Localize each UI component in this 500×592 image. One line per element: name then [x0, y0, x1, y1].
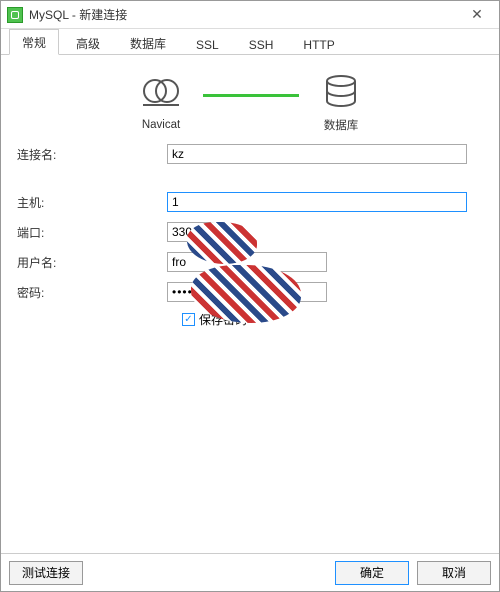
- ok-button[interactable]: 确定: [335, 561, 409, 585]
- label-port: 端口:: [17, 224, 167, 241]
- navicat-icon: Navicat: [139, 75, 183, 131]
- connection-diagram: Navicat 数据库: [17, 73, 485, 133]
- navicat-label: Navicat: [142, 119, 180, 131]
- label-password: 密码:: [17, 284, 167, 301]
- title-bar: MySQL - 新建连接 ✕: [1, 1, 499, 29]
- footer: 测试连接 确定 取消: [1, 553, 499, 591]
- label-save-password: 保存密码: [199, 311, 247, 328]
- app-icon: [7, 7, 23, 23]
- tab-ssh[interactable]: SSH: [236, 33, 287, 55]
- input-password[interactable]: [167, 282, 327, 302]
- content-area: Navicat 数据库 连接名: 主机: 端口: 用户名: 密码: ✓ 保存: [1, 55, 499, 553]
- test-connection-button[interactable]: 测试连接: [9, 561, 83, 585]
- tab-database[interactable]: 数据库: [117, 30, 179, 55]
- input-port[interactable]: [167, 222, 215, 242]
- tab-advanced[interactable]: 高级: [63, 30, 113, 55]
- cancel-button[interactable]: 取消: [417, 561, 491, 585]
- tab-bar: 常规 高级 数据库 SSL SSH HTTP: [1, 29, 499, 55]
- checkbox-save-password[interactable]: ✓: [182, 313, 195, 326]
- label-connection-name: 连接名:: [17, 146, 167, 163]
- tab-ssl[interactable]: SSL: [183, 33, 232, 55]
- connector-line: [203, 94, 299, 97]
- database-icon: 数据库: [319, 73, 363, 133]
- database-label: 数据库: [324, 117, 359, 133]
- window-title: MySQL - 新建连接: [29, 6, 461, 23]
- label-username: 用户名:: [17, 254, 167, 271]
- close-button[interactable]: ✕: [461, 5, 493, 25]
- tab-general[interactable]: 常规: [9, 29, 59, 55]
- tab-http[interactable]: HTTP: [290, 33, 347, 55]
- input-username[interactable]: [167, 252, 327, 272]
- input-host[interactable]: [167, 192, 467, 212]
- input-connection-name[interactable]: [167, 144, 467, 164]
- label-host: 主机:: [17, 194, 167, 211]
